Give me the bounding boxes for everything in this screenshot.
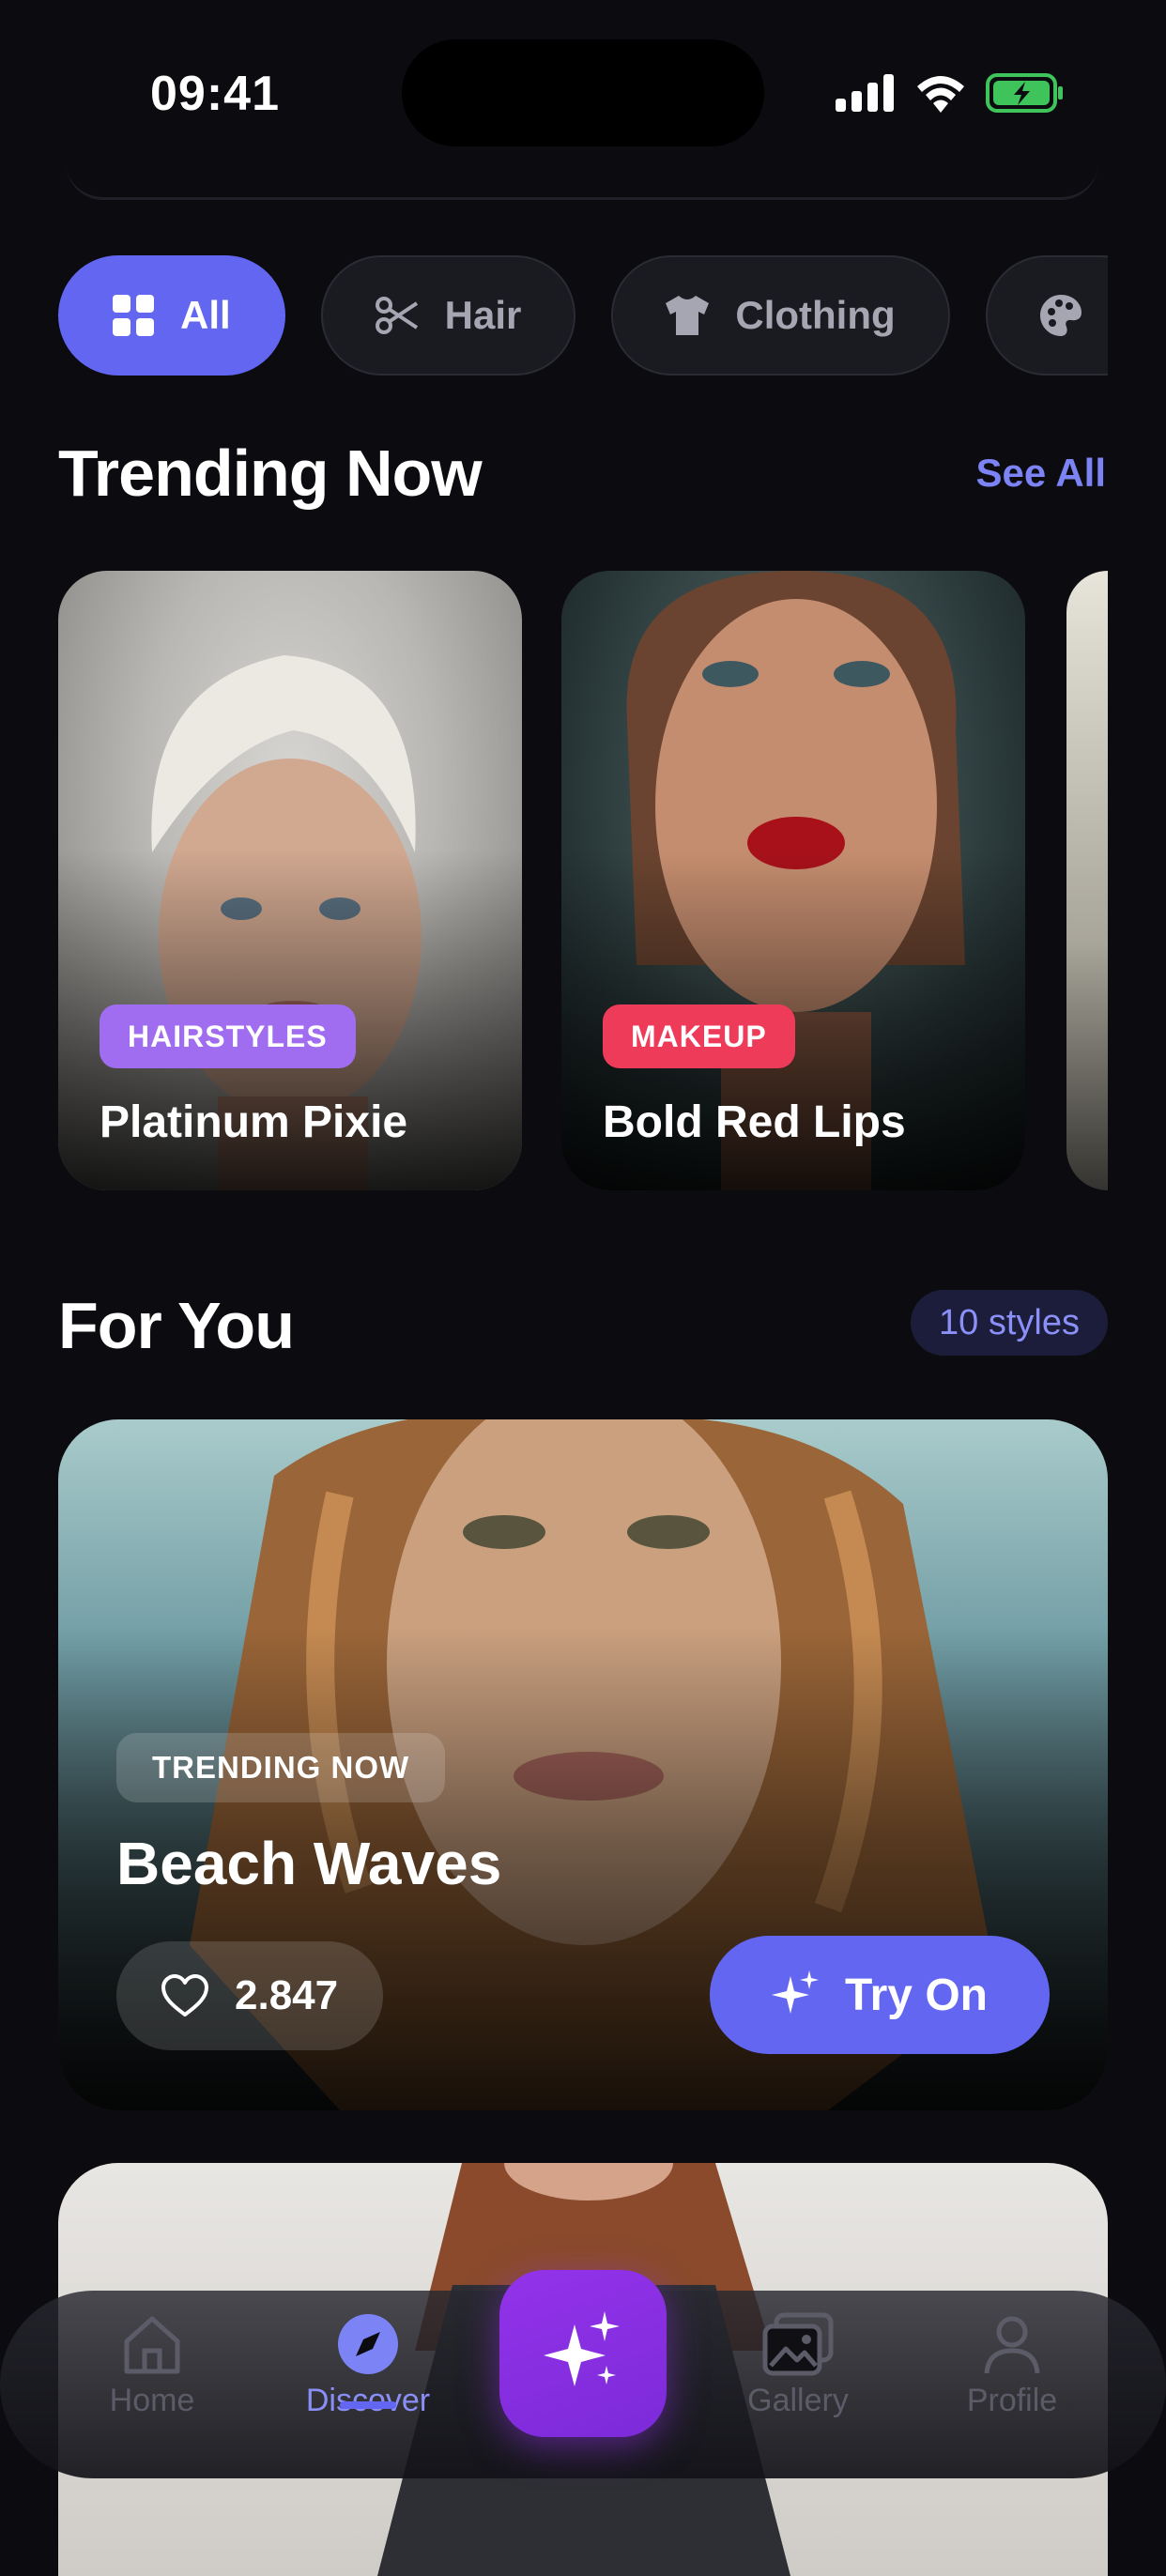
card-title: Bold Red Lips bbox=[603, 1097, 906, 1147]
home-icon bbox=[124, 2316, 180, 2374]
dynamic-island bbox=[402, 39, 764, 146]
trending-tag: TRENDING NOW bbox=[116, 1733, 446, 1802]
like-count: 2.847 bbox=[235, 1972, 339, 2018]
nav-label: Gallery bbox=[747, 2383, 849, 2418]
nav-gallery[interactable]: Gallery bbox=[704, 2311, 892, 2419]
chip-clothing[interactable]: Clothing bbox=[611, 255, 950, 376]
palette-icon bbox=[1039, 295, 1082, 336]
compass-icon bbox=[338, 2314, 398, 2374]
for-you-card-beach-waves[interactable]: TRENDING NOW Beach Waves 2.847 Try On bbox=[58, 1419, 1108, 2110]
card-title: Beach Waves bbox=[116, 1830, 502, 1897]
chip-label: Hair bbox=[444, 293, 522, 337]
nav-active-indicator bbox=[340, 2401, 396, 2409]
chip-all[interactable]: All bbox=[58, 255, 285, 376]
card-title: Platinum Pixie bbox=[100, 1097, 408, 1147]
scissors-icon bbox=[375, 297, 418, 334]
nav-profile[interactable]: Profile bbox=[918, 2311, 1106, 2419]
chip-hair[interactable]: Hair bbox=[320, 255, 576, 376]
wifi-icon bbox=[917, 76, 964, 113]
category-badge: HAIRSTYLES bbox=[100, 1004, 356, 1068]
shirt-icon bbox=[666, 296, 710, 335]
sparkle-icon bbox=[771, 1970, 819, 2014]
chip-label: Clothing bbox=[735, 293, 896, 337]
nav-home[interactable]: Home bbox=[58, 2311, 246, 2419]
try-on-button[interactable]: Try On bbox=[709, 1936, 1050, 2054]
for-you-title: For You bbox=[58, 1289, 295, 1362]
status-time: 09:41 bbox=[150, 67, 280, 121]
try-on-label: Try On bbox=[844, 1970, 988, 2020]
see-all-link[interactable]: See All bbox=[975, 451, 1106, 496]
chip-makeup[interactable] bbox=[985, 255, 1108, 376]
chip-label: All bbox=[180, 293, 231, 337]
heart-icon bbox=[161, 1974, 208, 2016]
search-bar-edge bbox=[66, 141, 1098, 200]
ai-sparkle-button[interactable] bbox=[499, 2270, 667, 2437]
sparkle-icon bbox=[544, 2311, 620, 2386]
category-chips: All Hair Clothing bbox=[58, 255, 1108, 379]
status-icons bbox=[836, 73, 1065, 113]
nav-label: Profile bbox=[966, 2383, 1058, 2418]
nav-label: Home bbox=[109, 2383, 195, 2418]
styles-count-badge: 10 styles bbox=[911, 1290, 1108, 1356]
like-button[interactable]: 2.847 bbox=[116, 1941, 384, 2050]
category-badge: MAKEUP bbox=[603, 1004, 795, 1068]
trending-title: Trending Now bbox=[58, 437, 483, 510]
signal-icon bbox=[836, 74, 894, 112]
trend-card-bold-red-lips[interactable]: MAKEUP Bold Red Lips bbox=[561, 571, 1025, 1190]
gallery-icon bbox=[762, 2312, 834, 2376]
battery-icon bbox=[986, 73, 1063, 113]
trend-card-peek[interactable] bbox=[1066, 571, 1108, 1190]
trend-card-platinum-pixie[interactable]: HAIRSTYLES Platinum Pixie bbox=[58, 571, 522, 1190]
profile-icon bbox=[984, 2316, 1040, 2374]
grid-icon bbox=[113, 295, 154, 336]
